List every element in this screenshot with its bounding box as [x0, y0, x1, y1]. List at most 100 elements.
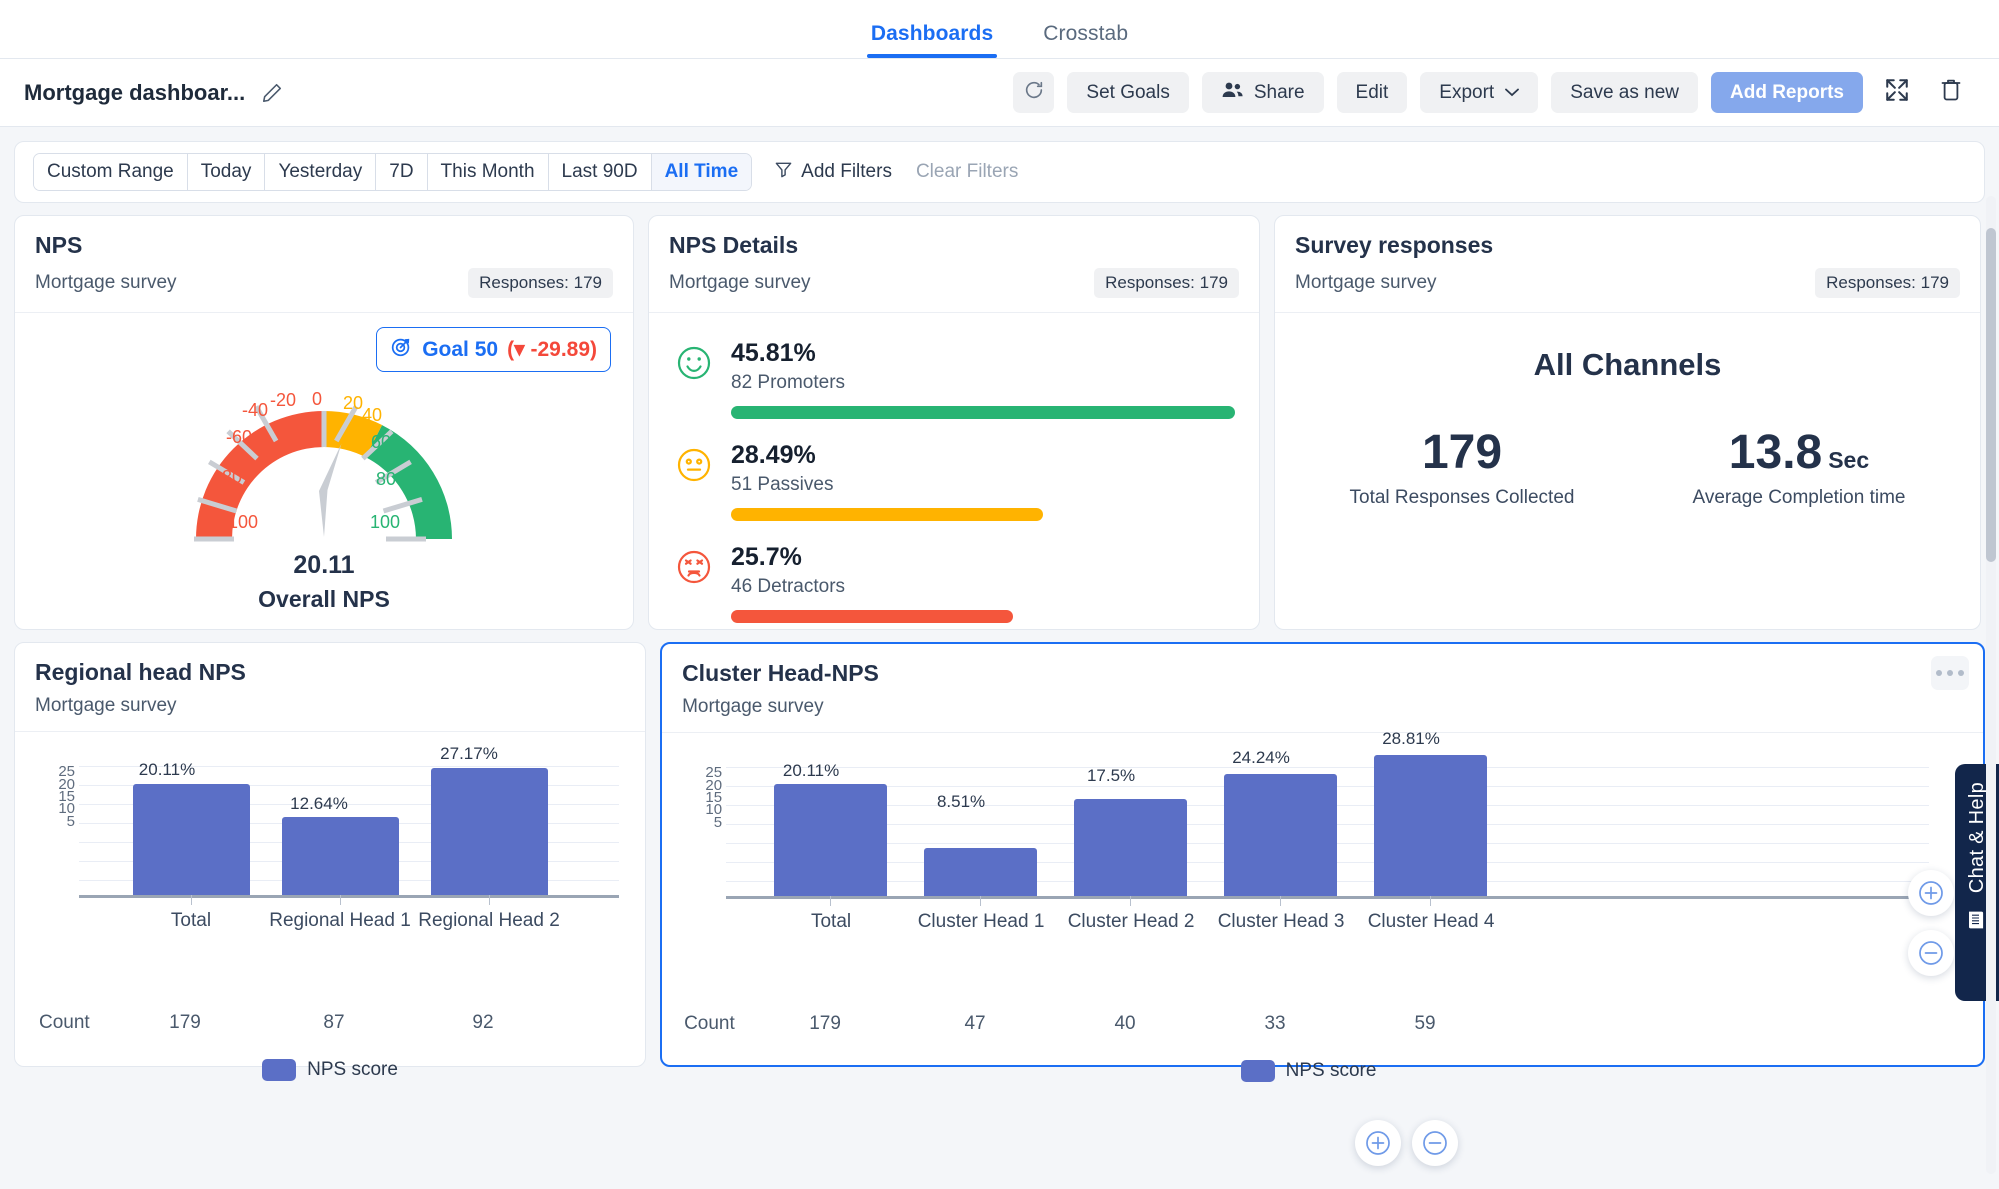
regional-bar-value-2: 27.17%	[440, 744, 498, 763]
neutral-face-icon	[673, 444, 715, 486]
delete-dashboard-button[interactable]	[1931, 72, 1971, 113]
range-yesterday[interactable]: Yesterday	[265, 154, 377, 190]
page-scrollbar-thumb[interactable]	[1986, 228, 1996, 562]
add-filters-button[interactable]: Add Filters	[774, 160, 892, 185]
set-goals-label: Set Goals	[1086, 81, 1170, 103]
export-label: Export	[1439, 81, 1495, 103]
detractors-content: 25.7% 46 Detractors	[731, 543, 1235, 623]
table-row[interactable]	[1374, 755, 1488, 896]
book-icon	[1966, 909, 1988, 936]
cluster-card-header: Cluster Head-NPS Mortgage survey	[662, 644, 1983, 733]
nps-gauge: -100 -80 -60 -40 -20 0 20 40 60 80 100	[15, 361, 633, 561]
share-label: Share	[1253, 81, 1305, 103]
page-zoom-in-button[interactable]	[1908, 870, 1954, 916]
nps-details-responses-badge: Responses: 179	[1094, 268, 1239, 298]
share-button[interactable]: Share	[1201, 72, 1324, 113]
range-today[interactable]: Today	[187, 154, 266, 190]
kebab-menu-icon[interactable]	[1931, 656, 1969, 690]
set-goals-button[interactable]: Set Goals	[1067, 72, 1189, 113]
chart-zoom-in-button[interactable]	[1355, 1120, 1401, 1166]
gauge-tick--20: -20	[270, 390, 296, 410]
chevron-down-icon	[1505, 85, 1520, 100]
gauge-tick-0: 0	[312, 389, 322, 409]
regional-chart: 25 20 15 10 5 20.11% Total 12.64% Region…	[41, 744, 620, 931]
avg-completion-label: Average Completion time	[1692, 487, 1906, 508]
nps-details-card-header: NPS Details Mortgage survey Responses: 1…	[649, 216, 1259, 313]
regional-legend-label: NPS score	[307, 1059, 398, 1080]
cluster-head-nps-card[interactable]: Cluster Head-NPS Mortgage survey 25 20 1…	[660, 642, 1985, 1082]
refresh-button[interactable]	[1013, 72, 1055, 113]
table-row[interactable]	[774, 784, 888, 896]
nps-details-card-title: NPS Details	[669, 232, 799, 258]
avg-completion-value-block: 13.8 Sec	[1692, 429, 1905, 477]
promoters-percent: 45.81%	[731, 339, 816, 367]
total-responses-label: Total Responses Collected	[1349, 487, 1575, 508]
promoters-row: 45.81% 82 Promoters	[649, 339, 1259, 419]
cluster-count-header: Count	[684, 1013, 735, 1034]
cluster-ytick-5: 5	[713, 814, 723, 831]
regional-ytick-5: 5	[66, 813, 75, 830]
range-yesterday-label: Yesterday	[278, 161, 363, 182]
save-as-new-button[interactable]: Save as new	[1551, 72, 1698, 113]
clear-filters-button[interactable]: Clear Filters	[916, 161, 1018, 183]
range-7d[interactable]: 7D	[376, 154, 428, 190]
nps-card-subrow: Mortgage survey Responses: 179	[35, 268, 613, 298]
gauge-tick--80: -80	[216, 467, 242, 487]
gauge-tick-100: 100	[370, 512, 400, 532]
promoters-bar-track	[731, 406, 1235, 419]
total-responses-value: 179	[1421, 426, 1503, 479]
table-row[interactable]	[133, 784, 250, 895]
cluster-count-0: 179	[809, 1013, 841, 1034]
export-button[interactable]: Export	[1420, 72, 1539, 113]
tickmark	[191, 895, 192, 905]
cluster-bar-value-3: 24.24%	[1232, 748, 1290, 767]
cluster-count-2: 40	[1114, 1013, 1136, 1034]
cluster-legend: NPS score	[662, 1060, 1955, 1082]
table-row[interactable]	[1074, 799, 1188, 896]
add-reports-button[interactable]: Add Reports	[1711, 72, 1863, 113]
regional-count-2: 92	[472, 1012, 494, 1033]
regional-card-title: Regional head NPS	[35, 659, 246, 685]
survey-stats: 179 Total Responses Collected 13.8 Sec Av…	[1275, 429, 1980, 509]
cluster-count-3: 33	[1264, 1013, 1286, 1034]
table-row[interactable]	[1224, 774, 1338, 896]
regional-card-subrow: Mortgage survey	[35, 695, 625, 717]
nps-gauge-value: 20.11	[293, 551, 355, 579]
pencil-icon[interactable]	[261, 82, 283, 104]
cluster-card-subrow: Mortgage survey	[682, 696, 1963, 718]
gauge-svg: -100 -80 -60 -40 -20 0 20 40 60 80 100	[194, 389, 452, 542]
regional-bar-value-0: 20.11%	[138, 760, 196, 779]
nps-details-card: NPS Details Mortgage survey Responses: 1…	[648, 215, 1260, 630]
tab-crosstab[interactable]: Crosstab	[1039, 22, 1132, 58]
cluster-legend-swatch	[1240, 1060, 1275, 1082]
tab-dashboards-label: Dashboards	[870, 22, 994, 45]
chart-zoom-out-button[interactable]	[1412, 1120, 1458, 1166]
target-icon	[390, 335, 413, 364]
table-row[interactable]	[282, 817, 399, 895]
range-last-90d[interactable]: Last 90D	[548, 154, 652, 190]
cluster-cat-label-0: Total	[810, 911, 852, 932]
table-row[interactable]	[431, 768, 548, 895]
regional-head-nps-card: Regional head NPS Mortgage survey 25 20 …	[14, 642, 647, 1081]
passives-bar	[731, 508, 1044, 521]
gauge-tick--40: -40	[242, 400, 268, 420]
page-zoom-out-button[interactable]	[1908, 930, 1954, 976]
add-reports-label: Add Reports	[1730, 81, 1844, 103]
range-all-time[interactable]: All Time	[651, 154, 752, 190]
tab-dashboards[interactable]: Dashboards	[866, 22, 998, 58]
cards-row-1: NPS Mortgage survey Responses: 179 Goal …	[0, 203, 1999, 630]
range-this-month-label: This Month	[440, 161, 535, 182]
promoters-count: 82 Promoters	[731, 372, 846, 393]
cluster-legend-label: NPS score	[1285, 1060, 1377, 1081]
gridline	[726, 767, 1929, 768]
gauge-tick-80: 80	[376, 469, 396, 489]
survey-responses-card: Survey responses Mortgage survey Respons…	[1274, 215, 1981, 630]
range-this-month[interactable]: This Month	[427, 154, 549, 190]
range-custom-range[interactable]: Custom Range	[34, 154, 188, 190]
table-row[interactable]	[924, 848, 1038, 896]
fullscreen-button[interactable]	[1876, 72, 1918, 113]
edit-button[interactable]: Edit	[1336, 72, 1408, 113]
regional-chart-area: 25 20 15 10 5 20.11% Total 12.64% Region…	[15, 732, 645, 1081]
detractors-count: 46 Detractors	[731, 576, 846, 597]
funnel-icon	[774, 160, 793, 185]
